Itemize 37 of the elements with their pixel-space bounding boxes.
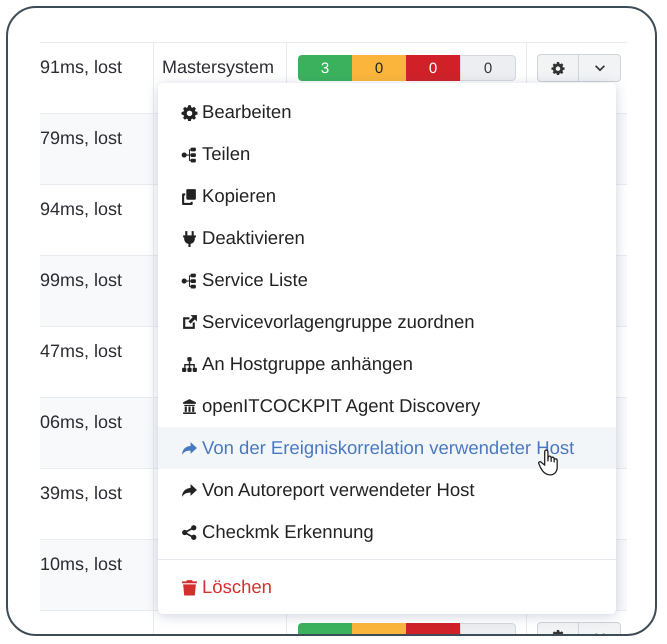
- latency-text: 79ms, lost: [40, 128, 122, 148]
- menu-item[interactable]: Kopieren: [158, 175, 616, 217]
- share-nodes-icon: [181, 524, 198, 540]
- latency-text: 94ms, lost: [40, 199, 122, 219]
- menu-item[interactable]: Servicevorlagengruppe zuordnen: [158, 301, 616, 343]
- share-arrow-icon: [181, 482, 198, 498]
- status-count: 0: [406, 55, 460, 81]
- menu-item[interactable]: Bearbeiten: [158, 91, 616, 133]
- menu-item[interactable]: Deaktivieren: [158, 217, 616, 259]
- menu-item[interactable]: Löschen: [158, 566, 616, 608]
- host-name: Mastersystem: [162, 57, 274, 77]
- menu-item[interactable]: Checkmk Erkennung: [158, 511, 616, 553]
- external-link-icon: [181, 314, 198, 330]
- sitemap-icon: [181, 146, 198, 162]
- menu-item[interactable]: Von Autoreport verwendeter Host: [158, 469, 616, 511]
- latency-text: 10ms, lost: [40, 554, 122, 574]
- building-icon: [181, 398, 198, 414]
- latency-text: 99ms, lost: [40, 270, 122, 290]
- trash-icon: [181, 578, 198, 596]
- share-arrow-icon: [181, 440, 198, 456]
- latency-text: 91ms, lost: [40, 57, 122, 77]
- copy-icon: [181, 188, 198, 204]
- plug-icon: [181, 230, 198, 246]
- latency-text: 39ms, lost: [40, 483, 122, 503]
- dropdown-toggle-button[interactable]: [579, 54, 621, 82]
- latency-text: 06ms, lost: [40, 412, 122, 432]
- menu-item[interactable]: Service Liste: [158, 259, 616, 301]
- latency-text: 47ms, lost: [40, 341, 122, 361]
- hierarchy-icon: [181, 356, 198, 372]
- menu-item[interactable]: openITCOCKPIT Agent Discovery: [158, 385, 616, 427]
- sitemap-icon: [181, 272, 198, 288]
- status-count: 0: [460, 55, 516, 81]
- menu-item[interactable]: Teilen: [158, 133, 616, 175]
- settings-button[interactable]: [537, 54, 579, 82]
- status-count: 0: [352, 55, 406, 81]
- menu-item[interactable]: An Hostgruppe anhängen: [158, 343, 616, 385]
- status-count: 3: [298, 55, 352, 81]
